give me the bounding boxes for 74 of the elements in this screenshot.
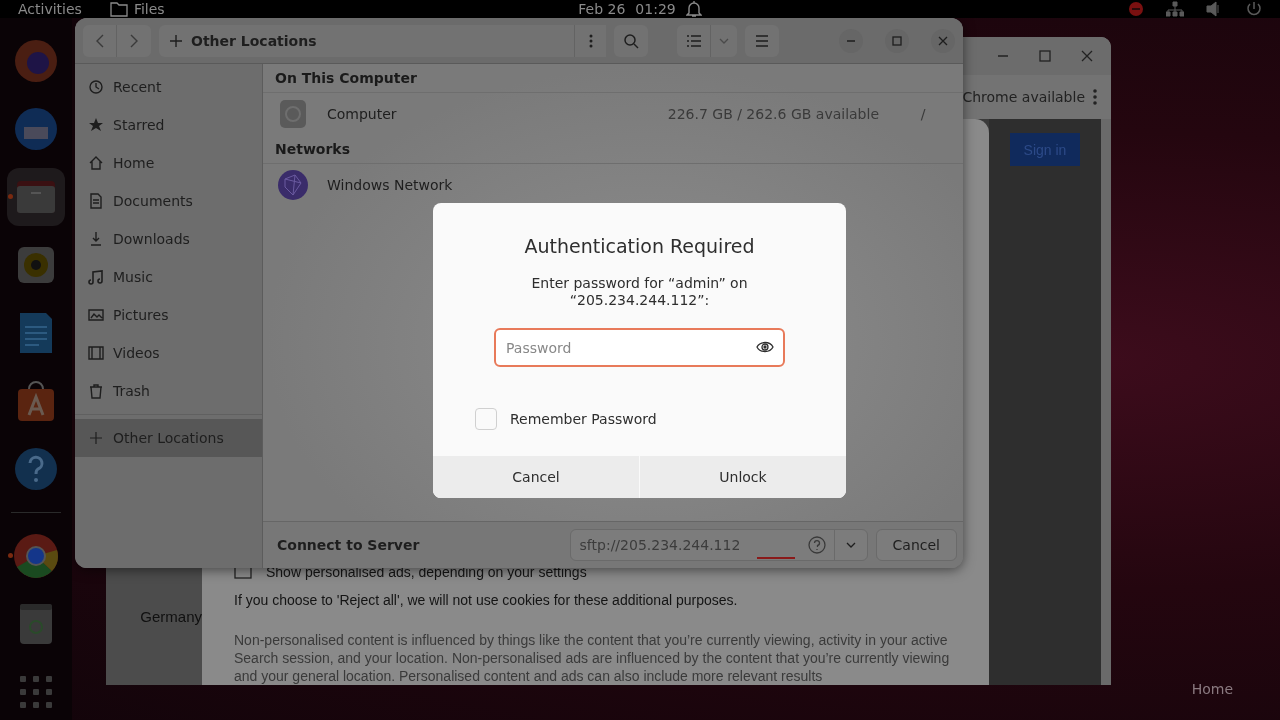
desktop-icon-label[interactable]: Home [1191,681,1233,697]
location-text: Other Locations [191,32,318,49]
bell-icon [685,0,702,18]
menu-icon [755,34,769,47]
folder-icon [109,1,128,17]
dialog-title: Authentication Required [524,235,755,257]
checkbox-label: Remember Password [510,411,657,427]
kebab-menu-icon [1093,89,1097,106]
activities-button[interactable]: Activities [18,1,82,17]
maximize-icon [892,35,902,46]
minimize-icon [997,55,1009,58]
location-menu-button[interactable] [574,24,606,57]
caret-icon [719,37,729,44]
grid-icon [18,674,54,710]
help-icon [807,536,826,554]
chevron-left-icon [95,33,104,48]
menu-button[interactable] [745,24,779,57]
spelling-underline [756,557,795,559]
network-icon [1166,1,1184,17]
chevron-right-icon [130,33,138,48]
cancel-button[interactable]: Cancel [875,529,957,561]
maximize-icon [1039,50,1051,63]
mount-point: / [919,106,927,122]
globe-network-icon [277,169,309,201]
minimize-icon [846,39,856,42]
film-icon [88,345,104,361]
list-icon [685,33,702,48]
location-name[interactable]: Computer [327,106,650,122]
remember-checkbox[interactable] [475,408,497,430]
section-header: On This Computer [263,64,963,93]
document-icon [88,193,104,209]
music-note-icon [88,269,104,285]
chrome-ball-icon [12,532,60,580]
search-icon [623,32,639,49]
clock-time[interactable]: 01:29 [635,1,676,17]
close-button[interactable] [931,28,955,53]
download-icon [88,231,104,247]
location-name[interactable]: Windows Network [327,177,949,193]
power-icon [1246,1,1262,17]
sidebar-item[interactable]: Other Locations [75,419,262,457]
plus-icon [169,33,183,48]
search-button[interactable] [614,24,648,57]
dock-item[interactable] [7,168,65,226]
do-not-disturb-icon [1128,1,1144,17]
location-bar[interactable]: Other Locations [159,24,606,57]
region-label: Germany [140,608,202,625]
trash-icon [88,383,104,399]
consent-text: If you choose to 'Reject all', we will not use cookies for these additional purposes. [234,591,739,609]
kebab-icon [588,33,593,48]
plus-icon [88,430,104,446]
section-header: Networks [263,135,963,164]
consent-paragraph: Non-personalised content is influenced by things like the content that you’re currently viewing, activity in your active Search session, and your location. Non-personalised ads are influenced by the content that you’re currently viewing and your general location. Personalised content and ads can also include more relevant results [234,631,951,685]
picture-icon [88,307,104,323]
star-icon [88,117,104,133]
scrollbar[interactable] [1101,119,1111,685]
minimize-button[interactable] [839,28,863,53]
close-icon [1081,50,1093,63]
question-mark-icon [12,445,60,493]
disk-drive-icon [277,98,309,130]
dialog-message: Enter password for “admin” on “205.234.244.112”: [531,275,748,309]
disk-space: 226.7 GB / 262.6 GB available [667,106,879,122]
banner-text: Chrome available [962,89,1085,106]
eye-icon [756,340,774,354]
server-address-field[interactable]: sftp://205.234.244.112 [569,529,868,561]
close-icon [938,35,948,46]
caret-icon [845,542,856,548]
maximize-button[interactable] [885,28,909,53]
app-menu[interactable]: Files [133,1,165,17]
connect-label: Connect to Server [277,537,421,553]
dialog-button[interactable]: Unlock [639,456,846,498]
house-icon [88,155,104,171]
clock-icon [88,79,104,95]
clock-date[interactable]: Feb 26 [578,1,626,17]
password-field[interactable]: Password [494,328,785,367]
